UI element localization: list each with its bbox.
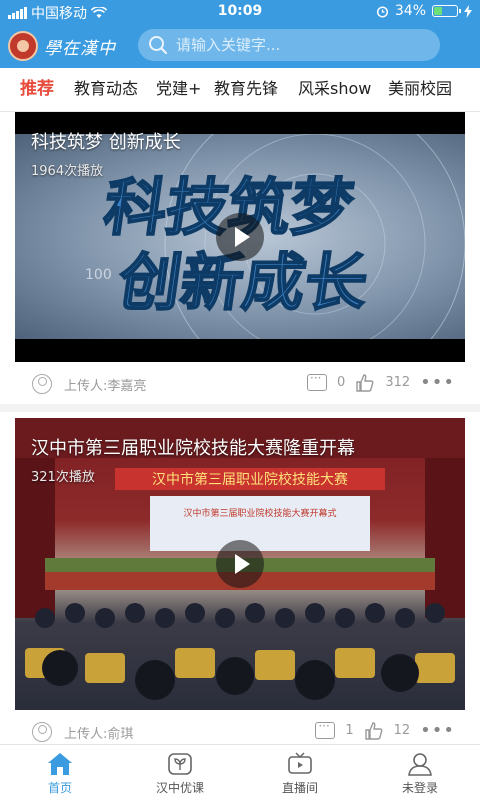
play-count: 1964次播放 [31, 164, 104, 179]
nav-profile[interactable]: 未登录 [360, 745, 480, 800]
leaf-icon [168, 753, 192, 775]
charging-icon [464, 4, 472, 18]
user-icon [408, 753, 432, 776]
more-options-icon[interactable]: ••• [420, 372, 455, 393]
alarm-icon [376, 5, 388, 18]
play-button[interactable] [216, 540, 264, 588]
battery-percent: 34% [394, 3, 426, 19]
poster-number: 100 [85, 267, 112, 283]
tab-education-news[interactable]: 教育动态 [74, 68, 138, 111]
screen-text: 汉中市第三届职业院校技能大赛开幕式 [183, 507, 336, 519]
battery-level [434, 7, 443, 15]
nav-home[interactable]: 首页 [0, 745, 120, 800]
uploader-label: 上传人:李嘉亮 [64, 378, 147, 394]
nav-profile-label: 未登录 [401, 781, 438, 795]
tab-party-building[interactable]: 党建+ [156, 68, 201, 111]
tab-recommend[interactable]: 推荐 [20, 68, 54, 111]
play-button[interactable] [216, 213, 264, 261]
tab-style-show[interactable]: 风采show [298, 68, 371, 111]
status-right: 34% [376, 3, 472, 19]
logo-seal-icon [8, 31, 38, 61]
comment-icon[interactable] [307, 371, 328, 391]
home-icon [48, 753, 72, 775]
nav-live-room[interactable]: 直播间 [240, 745, 360, 800]
video-card: 100 科技筑梦 创新成长 科技筑梦 创新成长 1964次播放 上传人:李嘉亮 … [15, 112, 465, 402]
more-options-icon[interactable]: ••• [420, 720, 455, 741]
comment-count: 1 [345, 723, 354, 738]
video-actions: 1 12 ••• [315, 719, 455, 741]
play-count: 321次播放 [31, 470, 95, 485]
video-player[interactable]: 汉中市第三届职业院校技能大赛 汉中市第三届职业院校技能大赛开幕式 汉中市第三届职… [15, 418, 465, 710]
status-bar: 中国移动 10:09 34% [0, 0, 480, 22]
hall-banner-text: 汉中市第三届职业院校技能大赛 [152, 471, 348, 488]
tab-beautiful-campus[interactable]: 美丽校园 [388, 68, 452, 111]
uploader-label: 上传人:俞琪 [64, 726, 134, 742]
uploader-avatar-icon [32, 374, 52, 394]
category-tabs: 推荐 教育动态 党建+ 教育先锋 风采show 美丽校园 [0, 68, 480, 112]
search-input[interactable] [176, 36, 416, 54]
app-logo[interactable]: 學在漢中 [8, 28, 132, 64]
logo-text: 學在漢中 [44, 38, 116, 59]
card-divider [0, 404, 480, 412]
nav-live-room-label: 直播间 [281, 781, 318, 795]
search-icon [149, 36, 168, 55]
video-card: 汉中市第三届职业院校技能大赛 汉中市第三届职业院校技能大赛开幕式 汉中市第三届职… [15, 418, 465, 748]
like-icon[interactable] [355, 373, 375, 393]
video-title: 汉中市第三届职业院校技能大赛隆重开幕 [31, 438, 355, 459]
bottom-navigation: 首页 汉中优课 直播间 未登录 [0, 744, 480, 800]
video-player[interactable]: 100 科技筑梦 创新成长 科技筑梦 创新成长 1964次播放 [15, 112, 465, 362]
video-title: 科技筑梦 创新成长 [31, 132, 181, 153]
video-actions: 0 312 ••• [307, 371, 455, 393]
battery-icon [432, 5, 461, 17]
uploader-avatar-icon [32, 722, 52, 742]
top-bar: 學在漢中 [0, 22, 480, 68]
like-count: 312 [385, 375, 411, 390]
tab-education-pioneer[interactable]: 教育先锋 [214, 68, 278, 111]
search-bar[interactable] [138, 29, 440, 61]
nav-hanzhong-courses[interactable]: 汉中优课 [120, 745, 240, 800]
like-count: 12 [393, 723, 411, 738]
nav-hanzhong-courses-label: 汉中优课 [155, 781, 204, 795]
comment-count: 0 [337, 375, 346, 390]
like-icon[interactable] [364, 721, 384, 741]
comment-icon[interactable] [315, 719, 336, 739]
video-meta: 上传人:李嘉亮 0 312 ••• [15, 364, 465, 404]
nav-home-label: 首页 [47, 781, 72, 795]
tv-icon [288, 752, 312, 774]
